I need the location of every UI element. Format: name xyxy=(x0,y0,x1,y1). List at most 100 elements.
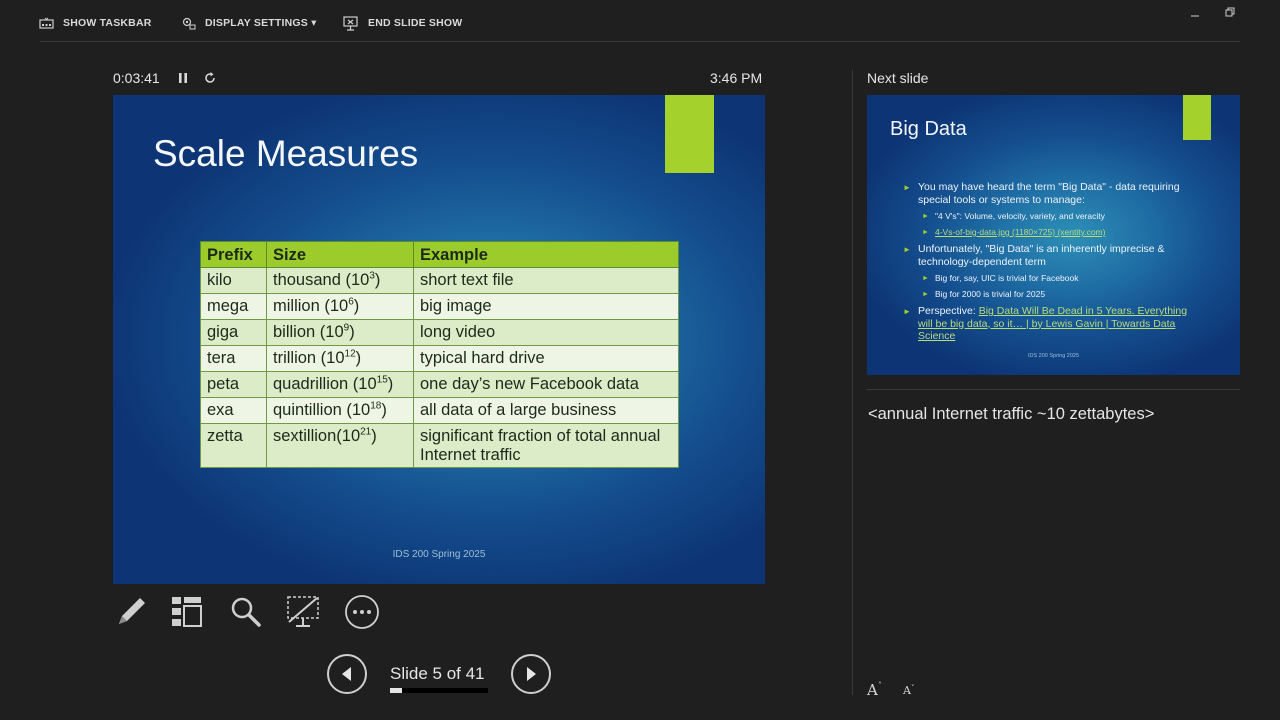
bullet-arrow-icon: ► xyxy=(922,275,929,282)
next-slide-label: Next slide xyxy=(867,70,929,86)
display-settings-button[interactable]: DISPLAY SETTINGS ▾ xyxy=(180,14,317,32)
end-show-icon xyxy=(343,15,358,31)
more-options-icon[interactable] xyxy=(344,594,380,630)
size-text: trillion (10 xyxy=(273,349,345,367)
magnifier-icon[interactable] xyxy=(227,594,263,630)
table-row: tera trillion (1012) typical hard drive xyxy=(200,345,679,372)
cell-example: big image xyxy=(413,293,679,320)
slide-progress-fill xyxy=(390,688,402,693)
next-slide-bullet: ► 4-Vs-of-big-data.jpg (1180×725) (xentit… xyxy=(903,227,1203,237)
next-slide-bullet: ► Perspective: Big Data Will Be Dead in 5… xyxy=(903,305,1203,343)
show-taskbar-label: SHOW TASKBAR xyxy=(63,17,152,29)
cell-size: trillion (1012) xyxy=(266,345,414,372)
cell-size: thousand (103) xyxy=(266,267,414,294)
see-all-slides-icon[interactable] xyxy=(169,594,205,630)
size-close: ) xyxy=(374,271,381,289)
table-row: mega million (106) big image xyxy=(200,293,679,320)
decrease-font-icon[interactable]: A˅ xyxy=(903,684,914,697)
cell-example: short text file xyxy=(413,267,679,294)
cell-prefix: giga xyxy=(200,319,267,346)
increase-font-icon[interactable]: A˄ xyxy=(867,681,882,699)
display-settings-icon xyxy=(182,17,196,30)
toolbar-divider xyxy=(40,41,1240,42)
cell-prefix: exa xyxy=(200,397,267,424)
bullet-prefix: Perspective: xyxy=(918,305,979,317)
next-slide-accent-bar xyxy=(1183,95,1211,140)
next-arrow-icon xyxy=(527,667,536,681)
cell-prefix: peta xyxy=(200,371,267,398)
previous-arrow-icon xyxy=(342,667,351,681)
current-time: 3:46 PM xyxy=(710,70,763,86)
size-text: quintillion (10 xyxy=(273,401,371,419)
restore-icon[interactable] xyxy=(1222,4,1238,20)
cell-size: quadrillion (1015) xyxy=(266,371,414,398)
size-text: billion (10 xyxy=(273,323,344,341)
table-row: zetta sextillion(1021) significant fractio… xyxy=(200,423,679,468)
slide-footer: IDS 200 Spring 2025 xyxy=(392,549,486,560)
size-close: ) xyxy=(353,297,360,315)
presenter-toolbar: SHOW TASKBAR DISPLAY SETTINGS ▾ END SLID… xyxy=(0,0,1280,42)
bullet-arrow-icon: ► xyxy=(903,245,911,254)
end-slide-show-label: END SLIDE SHOW xyxy=(368,17,463,29)
next-slide-footer: IDS 200 Spring 2025 xyxy=(1027,353,1080,359)
slide-accent-bar xyxy=(665,95,714,173)
cell-example: typical hard drive xyxy=(413,345,679,372)
presenter-tools xyxy=(113,594,393,630)
size-text: thousand (10 xyxy=(273,271,370,289)
display-settings-label: DISPLAY SETTINGS ▾ xyxy=(205,17,317,29)
size-text: sextillion(10 xyxy=(273,427,361,445)
next-slide-button[interactable] xyxy=(511,654,551,694)
bullet-text: You may have heard the term "Big Data" -… xyxy=(918,181,1180,206)
current-slide[interactable]: Scale Measures Prefix Size Example kilo t… xyxy=(113,95,765,584)
table-header-row: Prefix Size Example xyxy=(200,241,679,268)
cell-example: one day’s new Facebook data xyxy=(413,371,679,398)
size-exponent: 15 xyxy=(376,374,388,386)
scale-measures-table: Prefix Size Example kilo thousand (103) sh… xyxy=(200,241,679,468)
next-slide-bullet: ► Unfortunately, "Big Data" is an inheren… xyxy=(903,243,1203,268)
cell-example: long video xyxy=(413,319,679,346)
header-size: Size xyxy=(266,241,414,268)
bullet-text: Unfortunately, "Big Data" is an inherent… xyxy=(918,243,1165,268)
table-row: peta quadrillion (1015) one day’s new Face… xyxy=(200,371,679,398)
next-slide-title: Big Data xyxy=(890,118,967,140)
table-row: kilo thousand (103) short text file xyxy=(200,267,679,294)
size-close: ) xyxy=(371,427,377,445)
bullet-link[interactable]: 4-Vs-of-big-data.jpg (1180×725) (xentity… xyxy=(935,227,1105,237)
size-exponent: 18 xyxy=(370,400,382,412)
cell-prefix: kilo xyxy=(200,267,267,294)
elapsed-timer: 0:03:41 xyxy=(113,70,160,86)
taskbar-icon xyxy=(39,17,54,29)
slide-navigation: Slide 5 of 41 xyxy=(327,654,567,696)
next-slide-bullet: ► Big for, say, UIC is trivial for Facebo… xyxy=(903,273,1203,283)
next-slide-bullet: ► "4 V's": Volume, velocity, variety, and… xyxy=(903,211,1203,221)
pause-icon[interactable] xyxy=(176,71,190,85)
next-slide-preview[interactable]: Big Data ► You may have heard the term "B… xyxy=(867,95,1240,375)
speaker-notes[interactable]: <annual Internet traffic ~10 zettabytes> xyxy=(868,405,1154,424)
slide-counter[interactable]: Slide 5 of 41 xyxy=(390,664,485,684)
table-body: kilo thousand (103) short text file mega mil… xyxy=(200,267,679,468)
cell-example: significant fraction of total annual Int… xyxy=(413,423,679,468)
pen-icon[interactable] xyxy=(113,594,149,630)
minimize-icon[interactable] xyxy=(1187,4,1203,20)
end-slide-show-button[interactable]: END SLIDE SHOW xyxy=(343,14,462,32)
slide-progress-bar xyxy=(390,688,488,693)
next-slide-bullet: ► Big for 2000 is trivial for 2025 xyxy=(903,289,1203,299)
cell-size: sextillion(1021) xyxy=(266,423,414,468)
cell-size: quintillion (1018) xyxy=(266,397,414,424)
header-prefix: Prefix xyxy=(200,241,267,268)
black-screen-icon[interactable] xyxy=(285,594,321,630)
header-example: Example xyxy=(413,241,679,268)
previous-slide-button[interactable] xyxy=(327,654,367,694)
cell-example: all data of a large business xyxy=(413,397,679,424)
table-row: giga billion (109) long video xyxy=(200,319,679,346)
bullet-arrow-icon: ► xyxy=(922,291,929,298)
size-exponent: 12 xyxy=(344,348,356,360)
restart-timer-icon[interactable] xyxy=(203,71,217,85)
bullet-arrow-icon: ► xyxy=(903,183,911,192)
cell-prefix: mega xyxy=(200,293,267,320)
cell-size: billion (109) xyxy=(266,319,414,346)
next-slide-bullet: ► You may have heard the term "Big Data" … xyxy=(903,181,1203,206)
panel-divider[interactable] xyxy=(852,70,853,695)
show-taskbar-button[interactable]: SHOW TASKBAR xyxy=(39,14,152,32)
cell-size: million (106) xyxy=(266,293,414,320)
